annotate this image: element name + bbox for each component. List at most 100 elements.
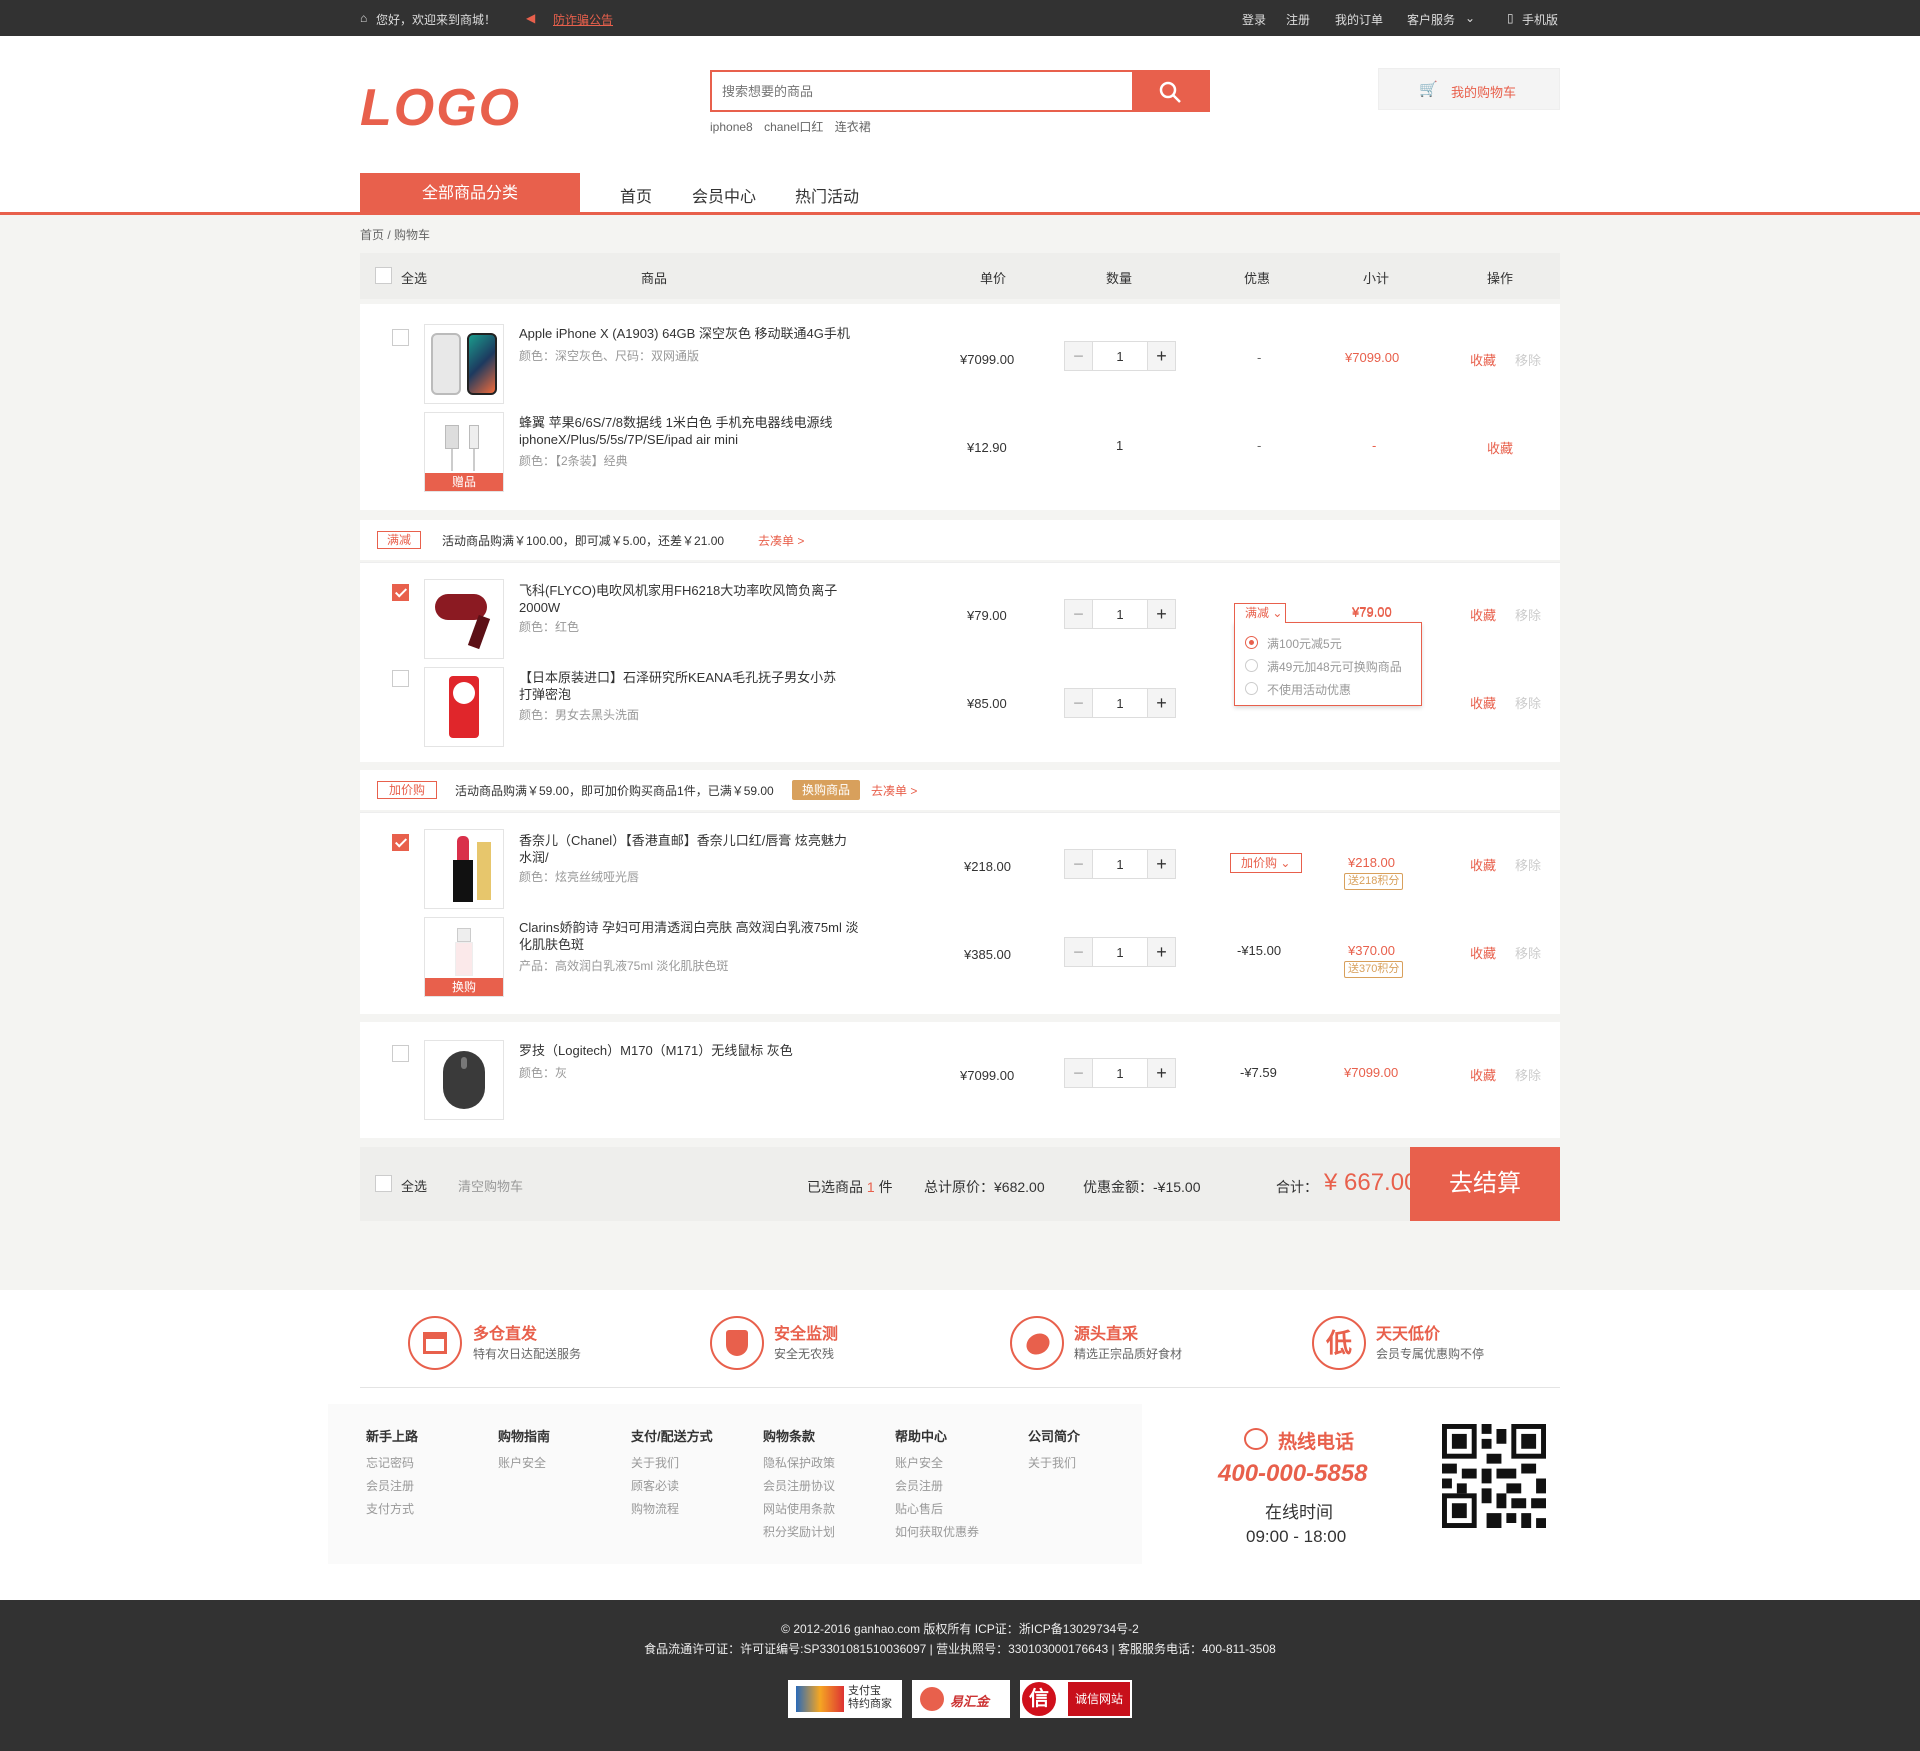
footer-link[interactable]: 关于我们 (631, 1454, 679, 1471)
increase-button[interactable]: + (1147, 600, 1175, 628)
footer-link[interactable]: 会员注册 (895, 1477, 943, 1494)
search-input[interactable] (712, 72, 1132, 110)
favorite-link[interactable]: 收藏 (1487, 438, 1513, 457)
item-checkbox[interactable] (392, 834, 409, 851)
product-name[interactable]: 【日本原装进口】石泽研究所KEANA毛孔抚子男女小苏打弹密泡 (519, 669, 849, 703)
radio-unselected[interactable] (1245, 682, 1258, 695)
product-image[interactable] (424, 324, 504, 404)
nav-home[interactable]: 首页 (620, 183, 652, 207)
radio-selected[interactable] (1245, 636, 1258, 649)
footer-link[interactable]: 隐私保护政策 (763, 1454, 835, 1471)
footer-link[interactable]: 购物流程 (631, 1500, 679, 1517)
my-orders-link[interactable]: 我的订单 (1335, 11, 1383, 28)
decrease-button[interactable]: − (1065, 342, 1093, 370)
footer-link[interactable]: 网站使用条款 (763, 1500, 835, 1517)
favorite-link[interactable]: 收藏 (1470, 855, 1496, 874)
login-link[interactable]: 登录 (1242, 11, 1266, 28)
favorite-link[interactable]: 收藏 (1470, 605, 1496, 624)
quantity-value[interactable]: 1 (1093, 349, 1147, 364)
footer-link[interactable]: 顾客必读 (631, 1477, 679, 1494)
quantity-value[interactable]: 1 (1093, 607, 1147, 622)
nav-hot-events[interactable]: 热门活动 (795, 183, 859, 207)
item-checkbox[interactable] (392, 584, 409, 601)
favorite-link[interactable]: 收藏 (1470, 350, 1496, 369)
alipay-badge[interactable]: 支付宝 特约商家 (788, 1680, 902, 1718)
remove-link[interactable]: 移除 (1515, 693, 1541, 712)
yihuijin-badge[interactable]: 易汇金 (912, 1680, 1010, 1718)
footer-link[interactable]: 会员注册协议 (763, 1477, 835, 1494)
product-name[interactable]: 蜂翼 苹果6/6S/7/8数据线 1米白色 手机充电器线电源线 iphoneX/… (519, 414, 859, 448)
nav-member-center[interactable]: 会员中心 (692, 183, 756, 207)
product-image[interactable]: 赠品 (424, 412, 504, 492)
product-name[interactable]: Clarins娇韵诗 孕妇可用清透润白亮肤 高效润白乳液75ml 淡化肌肤色斑 (519, 919, 859, 953)
discount-select[interactable]: 满减 ⌄ (1234, 603, 1286, 623)
decrease-button[interactable]: − (1065, 600, 1093, 628)
increase-button[interactable]: + (1147, 938, 1175, 966)
footer-link[interactable]: 忘记密码 (366, 1454, 414, 1471)
favorite-link[interactable]: 收藏 (1470, 943, 1496, 962)
product-image[interactable]: 换购 (424, 917, 504, 997)
chengxin-badge[interactable]: 信 诚信网站 (1020, 1680, 1132, 1718)
product-image[interactable] (424, 1040, 504, 1120)
mobile-link[interactable]: 手机版 (1522, 11, 1558, 28)
discount-option[interactable]: 满100元减5元 (1267, 635, 1342, 652)
radio-unselected[interactable] (1245, 659, 1258, 672)
clear-cart-link[interactable]: 清空购物车 (458, 1176, 523, 1195)
notice-link[interactable]: 防诈骗公告 (553, 11, 613, 28)
promo-link[interactable]: 去凑单 > (871, 782, 917, 799)
footer-link[interactable]: 如何获取优惠券 (895, 1523, 979, 1540)
favorite-link[interactable]: 收藏 (1470, 1065, 1496, 1084)
increase-button[interactable]: + (1147, 1059, 1175, 1087)
register-link[interactable]: 注册 (1286, 11, 1310, 28)
item-checkbox[interactable] (392, 329, 409, 346)
item-checkbox[interactable] (392, 1045, 409, 1062)
all-categories-button[interactable]: 全部商品分类 (360, 173, 580, 214)
hot-search-link[interactable]: iphone8 (710, 120, 753, 134)
increase-button[interactable]: + (1147, 342, 1175, 370)
cart-button[interactable]: 🛒 我的购物车 (1378, 68, 1560, 110)
hotline-number[interactable]: 400-000-5858 (1218, 1460, 1367, 1488)
quantity-value[interactable]: 1 (1093, 857, 1147, 872)
logo[interactable]: LOGO (360, 78, 521, 138)
footer-link[interactable]: 账户安全 (895, 1454, 943, 1471)
quantity-value[interactable]: 1 (1093, 1066, 1147, 1081)
promo-link[interactable]: 去凑单 > (758, 532, 804, 549)
discount-option[interactable]: 不使用活动优惠 (1267, 681, 1351, 698)
increase-button[interactable]: + (1147, 689, 1175, 717)
product-image[interactable] (424, 829, 504, 909)
decrease-button[interactable]: − (1065, 938, 1093, 966)
customer-service-link[interactable]: 客户服务 (1407, 11, 1455, 28)
quantity-value[interactable]: 1 (1093, 945, 1147, 960)
product-name[interactable]: Apple iPhone X (A1903) 64GB 深空灰色 移动联通4G手… (519, 325, 869, 342)
product-image[interactable] (424, 667, 504, 747)
favorite-link[interactable]: 收藏 (1470, 693, 1496, 712)
decrease-button[interactable]: − (1065, 689, 1093, 717)
hot-search-link[interactable]: 连衣裙 (835, 120, 871, 134)
product-name[interactable]: 罗技（Logitech）M170（M171）无线鼠标 灰色 (519, 1042, 869, 1059)
footer-link[interactable]: 会员注册 (366, 1477, 414, 1494)
footer-link[interactable]: 账户安全 (498, 1454, 546, 1471)
quantity-value[interactable]: 1 (1093, 696, 1147, 711)
select-all-checkbox[interactable] (375, 1175, 392, 1192)
product-name[interactable]: 飞科(FLYCO)电吹风机家用FH6218大功率吹风筒负离子2000W (519, 582, 849, 616)
increase-button[interactable]: + (1147, 850, 1175, 878)
hot-search-link[interactable]: chanel口红 (764, 120, 823, 134)
checkout-button[interactable]: 去结算 (1410, 1147, 1560, 1221)
select-all-checkbox[interactable] (375, 267, 392, 284)
remove-link[interactable]: 移除 (1515, 350, 1541, 369)
item-checkbox[interactable] (392, 670, 409, 687)
footer-link[interactable]: 支付方式 (366, 1500, 414, 1517)
swap-badge[interactable]: 换购商品 (792, 780, 860, 800)
footer-link[interactable]: 贴心售后 (895, 1500, 943, 1517)
remove-link[interactable]: 移除 (1515, 1065, 1541, 1084)
decrease-button[interactable]: − (1065, 1059, 1093, 1087)
decrease-button[interactable]: − (1065, 850, 1093, 878)
footer-link[interactable]: 关于我们 (1028, 1454, 1076, 1471)
product-name[interactable]: 香奈儿（Chanel）【香港直邮】香奈儿口红/唇膏 炫亮魅力水润/ (519, 832, 849, 866)
search-button[interactable] (1132, 72, 1208, 110)
product-image[interactable] (424, 579, 504, 659)
chevron-down-icon[interactable]: ⌄ (1465, 11, 1475, 25)
remove-link[interactable]: 移除 (1515, 855, 1541, 874)
remove-link[interactable]: 移除 (1515, 605, 1541, 624)
remove-link[interactable]: 移除 (1515, 943, 1541, 962)
